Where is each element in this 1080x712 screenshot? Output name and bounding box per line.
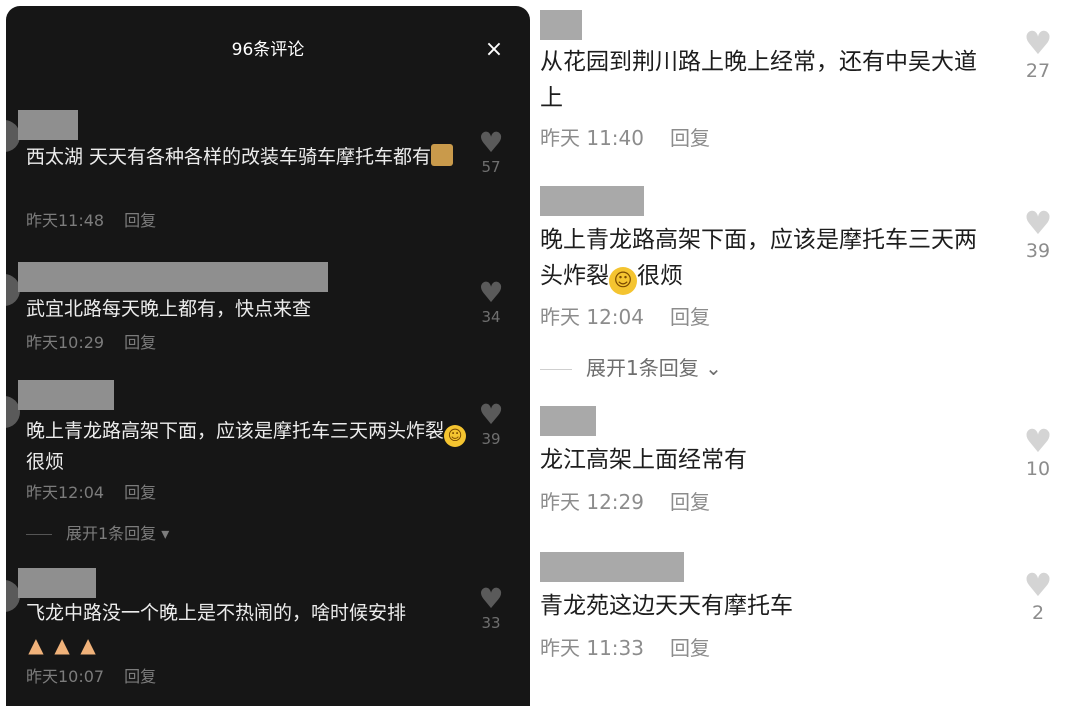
like-button[interactable]: ♥ 27	[1020, 26, 1056, 82]
comment-time: 昨天 11:40	[540, 126, 644, 150]
comment-text: 从花园到荆川路上晚上经常，还有中吴大道上	[540, 49, 977, 111]
comment-count-title: 96条评论	[231, 40, 305, 60]
comment-time: 昨天 12:04	[540, 305, 644, 329]
comments-panel-dark: 96条评论 × 西太湖 天天有各种各样的改装车骑车摩托车都有 昨天11:48 回复…	[6, 6, 530, 706]
reply-button[interactable]: 回复	[124, 667, 156, 686]
expand-replies-button[interactable]: 展开1条回复 ▾	[26, 524, 169, 544]
comment-time: 昨天11:48	[26, 211, 105, 230]
like-count: 39	[481, 430, 501, 448]
comment-time: 昨天10:29	[26, 333, 105, 352]
comment-text: 西太湖 天天有各种各样的改装车骑车摩托车都有	[26, 142, 466, 172]
caret-down-icon: ▾	[156, 524, 170, 543]
comment-text: 飞龙中路没一个晚上是不热闹的，啥时候安排 ▲ ▲ ▲	[26, 602, 407, 657]
comment-text: 青龙苑这边天天有摩托车	[540, 593, 793, 619]
comment-meta: 昨天11:48 回复	[26, 211, 156, 231]
username-redacted[interactable]	[18, 568, 96, 598]
like-button[interactable]: ♥ 39	[1020, 206, 1056, 262]
heart-icon: ♥	[1023, 24, 1053, 62]
like-button[interactable]: ♥ 57	[474, 126, 508, 177]
pray-emoji-icon: ▲	[80, 633, 96, 657]
username-redacted[interactable]	[540, 406, 596, 436]
emoji-icon	[431, 144, 454, 166]
reply-button[interactable]: 回复	[670, 490, 710, 514]
username-redacted[interactable]	[18, 262, 328, 292]
close-icon[interactable]: ×	[482, 38, 506, 62]
comment-text: 武宜北路每天晚上都有，快点来查	[26, 298, 312, 320]
like-count: 33	[481, 614, 501, 632]
heart-icon: ♥	[1023, 566, 1053, 604]
like-count: 2	[1031, 602, 1045, 624]
like-count: 39	[1025, 240, 1051, 262]
comment-meta: 昨天10:07 回复	[26, 667, 156, 687]
like-count: 27	[1025, 60, 1051, 82]
reply-button[interactable]: 回复	[124, 333, 156, 352]
comments-panel-light: 从花园到荆川路上晚上经常，还有中吴大道上 昨天 11:40 回复 ♥ 27 晚上青…	[530, 0, 1080, 712]
username-redacted[interactable]	[540, 186, 644, 216]
reply-button[interactable]: 回复	[670, 636, 710, 660]
heart-icon: ♥	[478, 126, 504, 159]
heart-icon: ♥	[478, 398, 504, 431]
laughing-emoji-icon: ☺	[609, 267, 637, 295]
comment-text: 晚上青龙路高架下面，应该是摩托车三天两头炸裂☺很烦	[26, 416, 467, 477]
like-button[interactable]: ♥ 34	[474, 276, 508, 327]
divider	[540, 369, 572, 370]
pray-emoji-icon: ▲	[54, 633, 70, 657]
like-count: 10	[1025, 458, 1051, 480]
pray-emoji-icon: ▲	[28, 633, 44, 657]
heart-icon: ♥	[478, 582, 504, 615]
like-count: 34	[481, 308, 501, 326]
comment-meta: 昨天 11:40 回复	[540, 126, 710, 150]
username-redacted[interactable]	[18, 110, 78, 140]
username-redacted[interactable]	[540, 552, 684, 582]
comment-meta: 昨天 11:33 回复	[540, 636, 710, 660]
chevron-down-icon: ⌄	[698, 356, 722, 380]
comment-text: 龙江高架上面经常有	[540, 447, 747, 473]
like-count: 57	[481, 158, 501, 176]
reply-button[interactable]: 回复	[670, 126, 710, 150]
comment-meta: 昨天 12:29 回复	[540, 490, 710, 514]
heart-icon: ♥	[1023, 422, 1053, 460]
reply-button[interactable]: 回复	[124, 483, 156, 502]
comment-time: 昨天 12:29	[540, 490, 644, 514]
expand-replies-button[interactable]: 展开1条回复 ⌄	[540, 356, 722, 380]
laughing-emoji-icon: ☺	[444, 425, 467, 447]
username-redacted[interactable]	[18, 380, 114, 410]
like-button[interactable]: ♥ 33	[474, 582, 508, 633]
comment-meta: 昨天10:29 回复	[26, 333, 156, 353]
reply-button[interactable]: 回复	[124, 211, 156, 230]
comment-text: 晚上青龙路高架下面，应该是摩托车三天两头炸裂☺很烦	[540, 222, 990, 295]
username-redacted[interactable]	[540, 10, 582, 40]
comment-time: 昨天 11:33	[540, 636, 644, 660]
comment-time: 昨天10:07	[26, 667, 105, 686]
divider	[26, 534, 52, 535]
reply-button[interactable]: 回复	[670, 305, 710, 329]
heart-icon: ♥	[478, 276, 504, 309]
comment-meta: 昨天12:04 回复	[26, 483, 156, 503]
like-button[interactable]: ♥ 39	[474, 398, 508, 449]
comment-time: 昨天12:04	[26, 483, 105, 502]
heart-icon: ♥	[1023, 204, 1053, 242]
comment-meta: 昨天 12:04 回复	[540, 305, 710, 329]
like-button[interactable]: ♥ 10	[1020, 424, 1056, 480]
like-button[interactable]: ♥ 2	[1020, 568, 1056, 624]
